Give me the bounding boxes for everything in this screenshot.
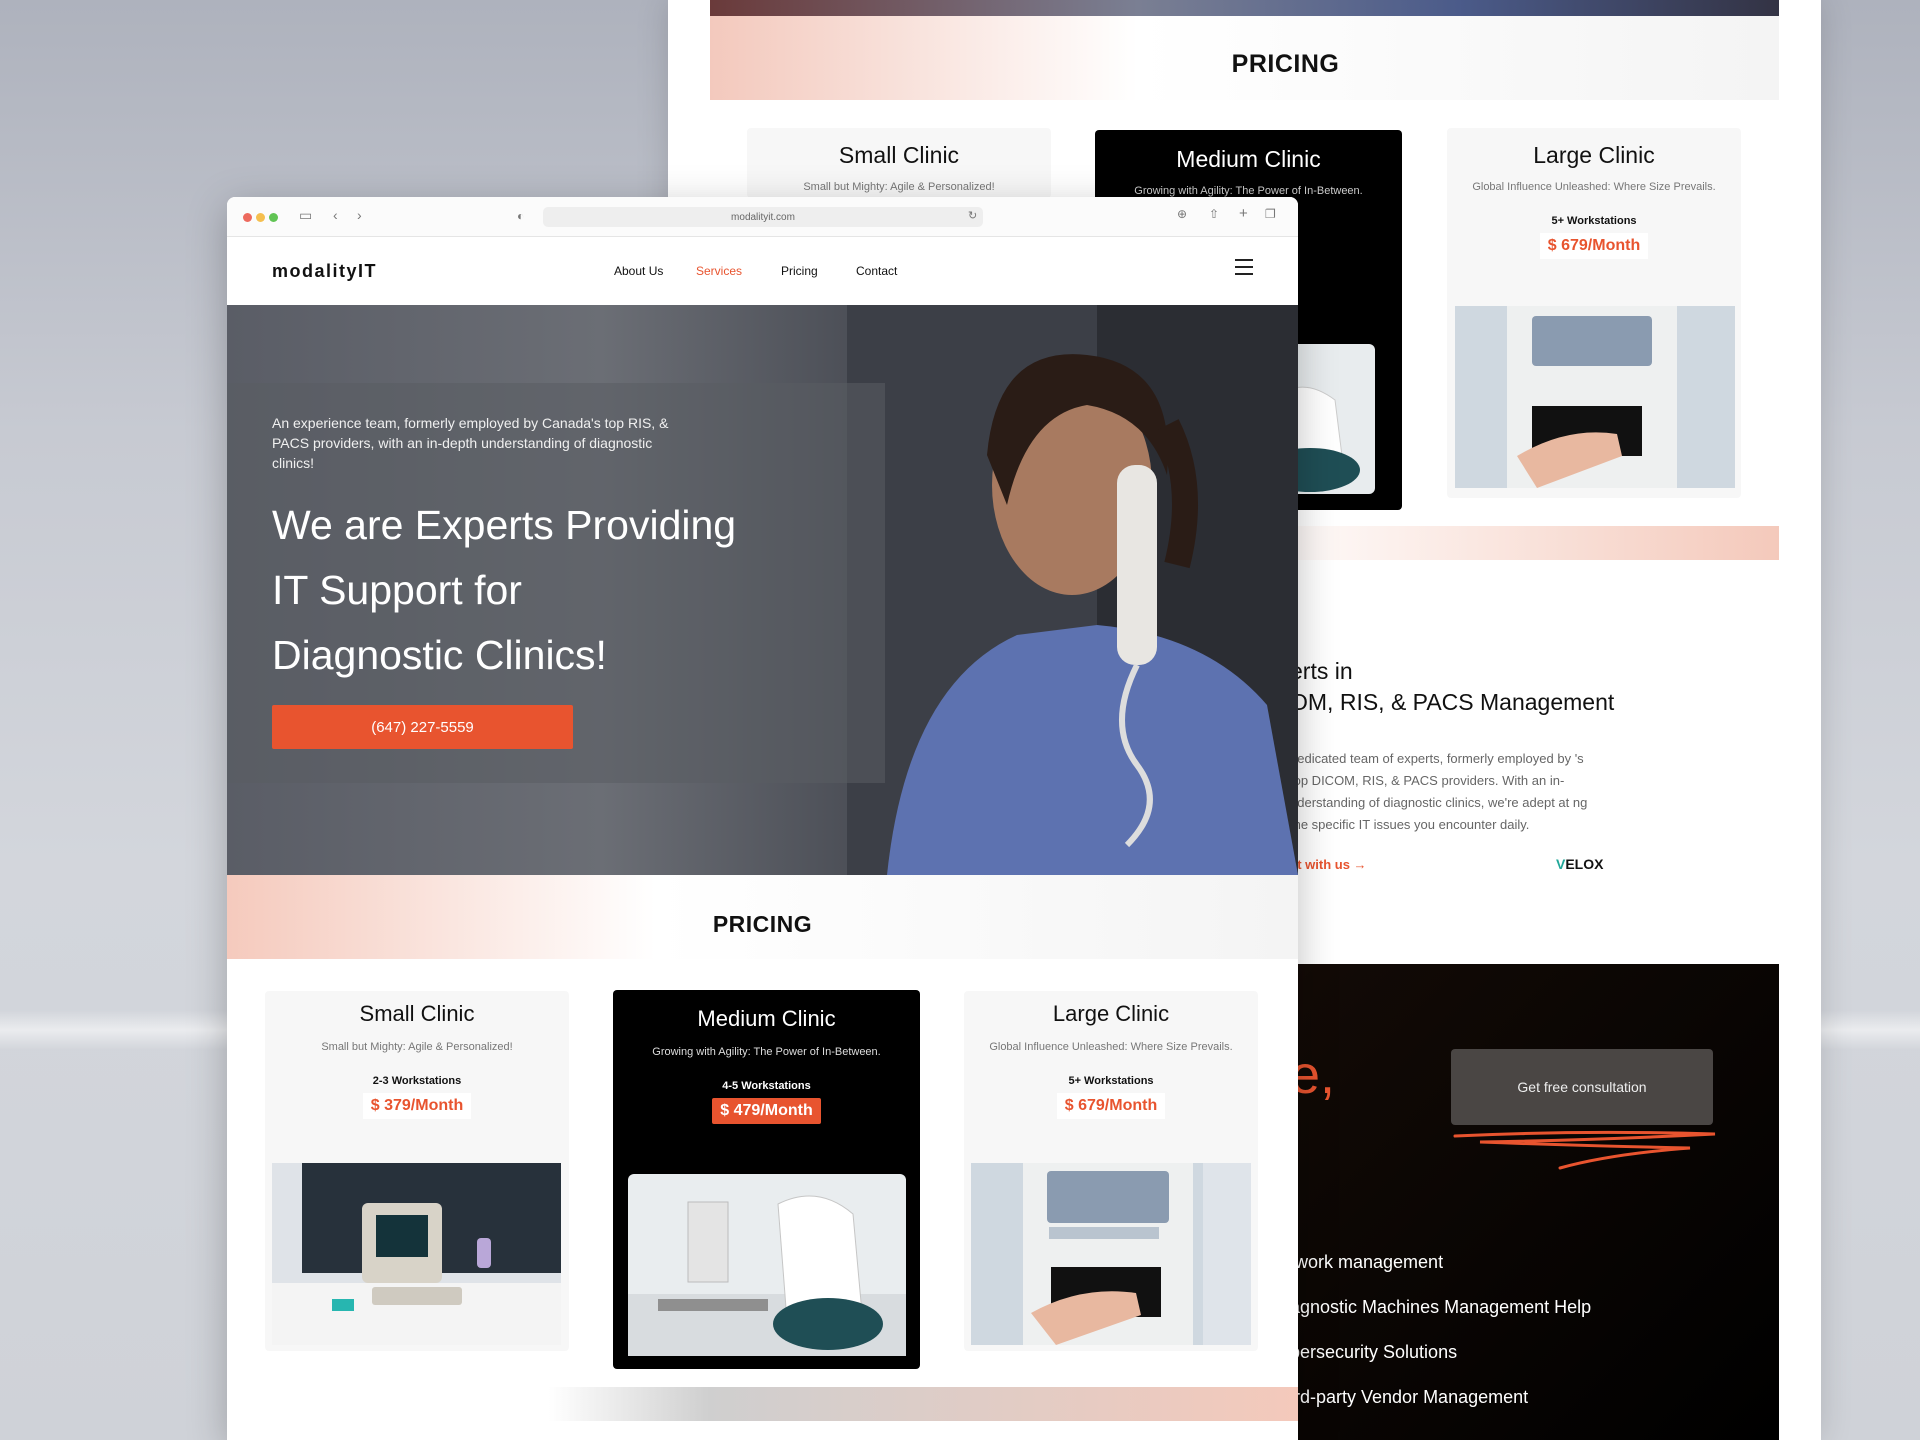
hero-intro-text: An experience team, formerly employed by… [272,415,669,471]
scanner-machine-image [971,1163,1251,1345]
nav-contact[interactable]: Contact [856,264,897,278]
consultation-button[interactable]: Get free consultation [1451,1049,1713,1125]
browser-window: ▭ ‹ › ◐ modalityit.com ↻ ⊕ ⇧ + ❐ modalit… [227,197,1298,1440]
service-item: ird-party Vendor Management [1290,1387,1529,1407]
bottom-gradient-strip [227,1387,1298,1421]
card-price: $ 679/Month [1056,1093,1166,1119]
phone-call-button[interactable]: (647) 227-5559 [272,705,573,749]
card-title: Large Clinic [1052,1001,1170,1026]
new-tab-icon[interactable]: + [1239,205,1248,222]
close-window-button[interactable] [243,213,252,222]
card-subtitle: Small but Mighty: Agile & Personalized! [321,1041,513,1053]
back-pricing-title: PRICING [1231,50,1340,78]
download-icon[interactable]: ⊕ [1177,207,1187,221]
back-icon[interactable]: ‹ [333,207,338,223]
back-card-subtitle: Small but Mighty: Agile & Personalized! [803,181,995,193]
pricing-card-small[interactable]: Small Clinic Small but Mighty: Agile & P… [265,991,569,1351]
cyberknife-image [628,1174,906,1356]
back-large-image [1455,306,1735,488]
maximize-window-button[interactable] [269,213,278,222]
sidebar-icon[interactable]: ▭ [299,207,312,224]
back-hero-image-edge [710,0,1779,16]
services-list: twork management agnostic Machines Manag… [1290,1252,1591,1432]
pricing-card-medium[interactable]: Medium Clinic Growing with Agility: The … [613,990,920,1369]
pricing-card-large[interactable]: Large Clinic Global Influence Unleashed:… [964,991,1258,1351]
nurse-on-phone-image [847,305,1298,875]
nav-about-us[interactable]: About Us [614,264,663,278]
card-workstations: 2-3 Workstations [372,1075,462,1087]
card-title: Small Clinic [359,1001,475,1026]
back-card-subtitle: Global Influence Unleashed: Where Size P… [1472,181,1716,193]
back-experts-heading: erts in OM, RIS, & PACS Management [1290,658,1615,715]
back-card-price: $ 679/Month [1539,233,1649,259]
tabs-icon[interactable]: ❐ [1265,207,1276,221]
scribble-underline [1453,1130,1716,1170]
back-card-large: Large Clinic Global Influence Unleashed:… [1447,128,1741,498]
site-navbar: modalityIT About Us Services Pricing Con… [227,237,1298,305]
site-logo[interactable]: modalityIT [272,261,377,282]
card-price: $ 479/Month [712,1098,821,1124]
back-card-small: Small Clinic Small but Mighty: Agile & P… [747,128,1051,198]
card-subtitle: Growing with Agility: The Power of In-Be… [652,1046,881,1058]
back-card-workstations: 5+ Workstations [1551,215,1637,227]
minimize-window-button[interactable] [256,213,265,222]
service-item: bersecurity Solutions [1290,1342,1458,1362]
nav-pricing[interactable]: Pricing [781,264,818,278]
back-card-subtitle: Growing with Agility: The Power of In-Be… [1134,185,1363,197]
card-price: $ 379/Month [362,1093,472,1119]
pricing-title: PRICING [712,911,813,937]
back-card-title: Large Clinic [1533,142,1655,168]
back-experts-text: dedicated team of experts, formerly empl… [1290,751,1588,832]
shield-icon: ◐ [517,209,525,223]
back-card-title: Medium Clinic [1176,146,1321,172]
velox-logo: VELOX [1556,856,1604,872]
back-card-title: Small Clinic [838,142,960,168]
url-text: modalityit.com [731,211,795,223]
service-item: twork management [1290,1252,1444,1272]
browser-toolbar: ▭ ‹ › ◐ modalityit.com ↻ ⊕ ⇧ + ❐ [227,197,1298,237]
retro-computer-image [272,1163,561,1345]
card-workstations: 5+ Workstations [1068,1075,1154,1087]
address-bar[interactable]: modalityit.com [543,207,983,227]
hero-heading: We are Experts Providing IT Support for … [272,502,737,678]
reload-icon[interactable]: ↻ [968,209,977,222]
back-connect-link[interactable]: ct with us → [1290,857,1367,872]
card-workstations: 4-5 Workstations [722,1080,811,1092]
card-subtitle: Global Influence Unleashed: Where Size P… [989,1041,1233,1053]
forward-icon[interactable]: › [357,207,362,223]
nav-services[interactable]: Services [696,264,742,278]
service-item: agnostic Machines Management Help [1290,1297,1592,1317]
hamburger-menu-icon[interactable] [1235,259,1253,275]
share-icon[interactable]: ⇧ [1209,207,1219,221]
hero-section: An experience team, formerly employed by… [227,305,1298,875]
card-title: Medium Clinic [697,1006,836,1031]
